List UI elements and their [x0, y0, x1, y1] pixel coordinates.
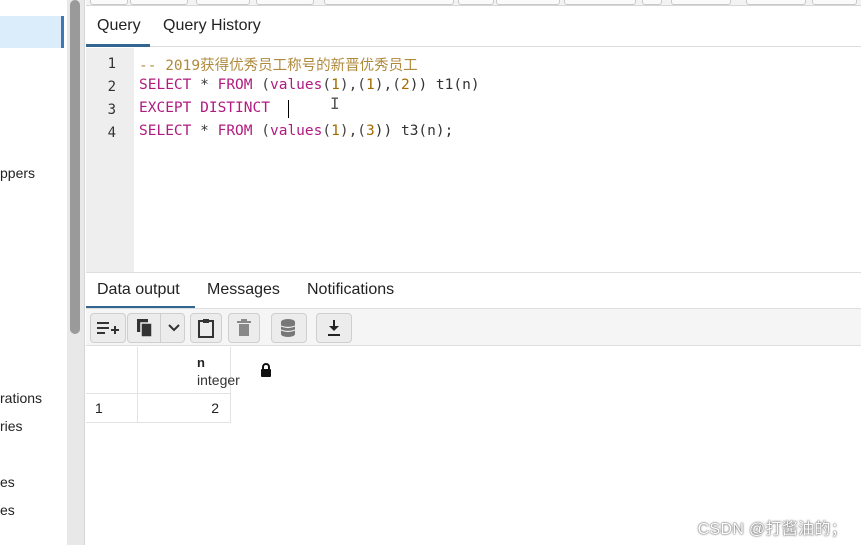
chevron-down-icon[interactable]	[168, 324, 180, 332]
toolbar-button[interactable]	[746, 0, 806, 5]
add-row-icon	[97, 322, 119, 334]
tab-notifications[interactable]: Notifications	[307, 281, 394, 299]
code-token: )) t1(n)	[409, 77, 480, 93]
trash-icon	[237, 319, 251, 336]
ibeam-cursor-icon: I	[330, 94, 340, 113]
row-number[interactable]: 1	[86, 394, 138, 423]
code-line[interactable]: SELECT * FROM (values(1),(3)) t3(n);	[139, 123, 453, 139]
tab-messages[interactable]: Messages	[207, 281, 280, 299]
code-token: SELECT	[139, 123, 192, 139]
code-token: 1	[331, 77, 340, 93]
code-token: SELECT	[139, 77, 192, 93]
add-row-button[interactable]	[90, 313, 126, 343]
code-token: ),(	[339, 123, 367, 139]
row-header-corner[interactable]	[86, 347, 138, 394]
data-output-toolbar	[86, 308, 861, 346]
column-name: n	[197, 355, 205, 370]
code-token: (	[252, 123, 270, 139]
code-token: FROM	[217, 123, 253, 139]
toolbar-button[interactable]	[812, 0, 857, 5]
save-data-button[interactable]	[271, 313, 307, 343]
code-token: ),(	[339, 77, 367, 93]
line-number: 4	[107, 125, 116, 141]
code-token: ),(	[374, 77, 401, 93]
tab-data-output[interactable]: Data output	[97, 281, 180, 299]
code-token: )) t3(n);	[374, 123, 454, 139]
tree-scrollbar-thumb[interactable]	[70, 0, 80, 334]
lock-icon	[261, 363, 271, 377]
line-number: 2	[107, 79, 116, 95]
code-token: (	[252, 77, 270, 93]
code-token: 1	[366, 77, 375, 93]
result-tab-bar: Data output Messages Notifications	[86, 272, 861, 309]
toolbar-button[interactable]	[256, 0, 314, 5]
delete-button[interactable]	[228, 313, 260, 343]
object-explorer-panel: ppers rations ries es es	[0, 0, 67, 545]
toolbar-dropdown[interactable]	[324, 0, 454, 5]
code-token: (	[322, 77, 332, 93]
column-header-n[interactable]: n integer	[138, 347, 271, 394]
code-token: values	[269, 123, 323, 139]
toolbar-button[interactable]	[130, 0, 188, 5]
code-token: -- 2019获得优秀员工称号的新晋优秀员工	[139, 58, 418, 74]
sql-editor[interactable]: 1 2 3 4 -- 2019获得优秀员工称号的新晋优秀员工 SELECT * …	[86, 48, 861, 272]
tree-item-fragment[interactable]: es	[0, 474, 15, 490]
toolbar-button[interactable]	[458, 0, 494, 5]
tree-selected-item[interactable]	[0, 16, 64, 48]
toolbar-button[interactable]	[496, 0, 560, 5]
paste-button[interactable]	[190, 313, 222, 343]
code-line[interactable]: -- 2019获得优秀员工称号的新晋优秀员工	[139, 54, 418, 75]
toolbar-button[interactable]	[642, 0, 662, 5]
tab-query-history[interactable]: Query History	[163, 17, 261, 35]
code-token: values	[269, 77, 323, 93]
line-number-gutter: 1 2 3 4	[86, 48, 134, 272]
line-number: 1	[107, 56, 116, 72]
tree-item-fragment[interactable]: ries	[0, 418, 23, 434]
code-token: FROM	[217, 77, 253, 93]
toolbar-button[interactable]	[196, 0, 250, 5]
copy-icon	[137, 319, 153, 338]
text-caret	[288, 100, 289, 118]
tree-item-fragment[interactable]: ppers	[0, 165, 35, 181]
toolbar-button[interactable]	[90, 0, 128, 5]
tree-item-fragment[interactable]: rations	[0, 390, 42, 406]
table-cell[interactable]: 2	[138, 394, 231, 423]
code-token: 3	[366, 123, 375, 139]
download-icon	[328, 320, 340, 336]
copy-button[interactable]	[127, 313, 185, 343]
toolbar-button[interactable]	[671, 0, 731, 5]
code-line[interactable]: SELECT * FROM (values(1),(1),(2)) t1(n)	[139, 77, 480, 93]
database-save-icon	[280, 319, 296, 337]
code-token: (	[322, 123, 332, 139]
download-button[interactable]	[316, 313, 352, 343]
active-tab-indicator	[86, 44, 150, 47]
tree-item-fragment[interactable]: es	[0, 502, 15, 518]
query-tab-bar: Query Query History	[86, 7, 861, 47]
button-divider	[160, 314, 161, 342]
watermark-text: CSDN @打酱油的；	[697, 521, 847, 538]
code-line[interactable]: EXCEPT DISTINCT	[139, 100, 270, 116]
code-token: *	[191, 77, 218, 93]
line-number: 3	[107, 102, 116, 118]
code-token: EXCEPT DISTINCT	[139, 100, 270, 116]
column-type: integer	[197, 372, 240, 388]
code-token: 1	[331, 123, 340, 139]
tab-query[interactable]: Query	[97, 17, 141, 35]
code-token: 2	[400, 77, 410, 93]
query-tool-toolbar	[86, 0, 861, 6]
toolbar-button[interactable]	[564, 0, 636, 5]
paste-icon	[198, 319, 214, 338]
code-token: *	[191, 123, 218, 139]
